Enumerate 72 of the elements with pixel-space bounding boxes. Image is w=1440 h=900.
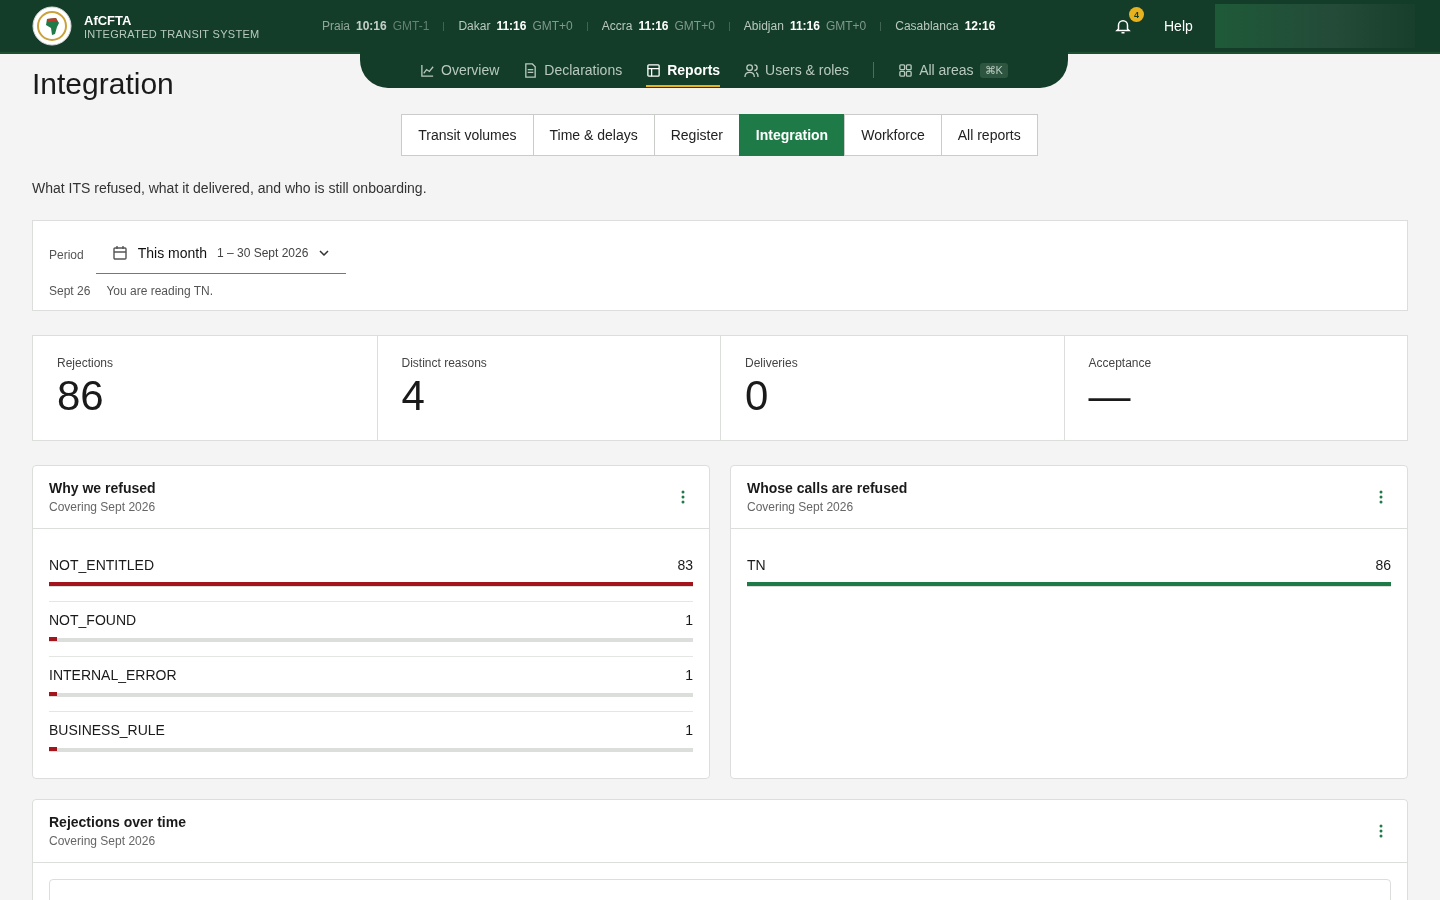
row-label: NOT_FOUND	[49, 612, 137, 628]
period-date: Sept 26	[49, 284, 91, 298]
row-label: BUSINESS_RULE	[49, 722, 165, 738]
intro-text: What ITS refused, what it delivered, and who is still onboarding.	[32, 180, 428, 196]
nav-tab[interactable]: Declarations	[523, 53, 623, 87]
clock-city: Casablanca	[895, 19, 959, 33]
period-label: Period	[49, 247, 84, 262]
report-tab[interactable]: Transit volumes	[401, 114, 534, 156]
stat-label: Acceptance	[1088, 356, 1153, 370]
stat-value: —	[1088, 371, 1132, 421]
stat-label: Deliveries	[745, 356, 799, 370]
row-label: TN	[747, 557, 766, 573]
clock-zone: GMT+0	[825, 19, 867, 33]
nav-tab[interactable]: All areas ⌘K	[898, 53, 1008, 87]
row-count: 1	[685, 667, 693, 683]
row-count: 1	[685, 612, 693, 628]
nav-tab[interactable]: Overview	[420, 53, 500, 87]
row-count: 1	[685, 722, 693, 738]
row-count: 86	[1375, 557, 1391, 573]
clock-zone: GMT-1	[392, 19, 430, 33]
period-note: You are reading TN.	[106, 284, 214, 298]
stat-value: 86	[57, 371, 105, 421]
help-link[interactable]: Help	[1164, 18, 1193, 34]
row-label: NOT_ENTITLED	[49, 557, 154, 573]
row-label: INTERNAL_ERROR	[49, 667, 177, 683]
clock-time: 11:16	[496, 19, 527, 33]
stat-value: 4	[401, 371, 426, 421]
panel-title: Rejections over time	[49, 814, 186, 830]
users-icon	[744, 62, 760, 78]
row-count: 83	[677, 557, 693, 573]
clock-city: Accra	[601, 19, 633, 33]
clock-city: Praia	[322, 19, 350, 33]
stat-value: 0	[745, 371, 770, 421]
shortcut-hint: ⌘K	[979, 62, 1008, 78]
panel-title: Why we refused	[49, 480, 156, 496]
panel-subtitle: Covering Sept 2026	[747, 500, 855, 514]
bell-icon	[1114, 17, 1132, 35]
panel-title: Whose calls are refused	[747, 480, 908, 496]
clock-city: Abidjan	[743, 19, 784, 33]
brand-subtitle: INTEGRATED TRANSIT SYSTEM	[84, 27, 260, 40]
stat-label: Rejections	[57, 356, 115, 370]
grid-icon	[898, 62, 914, 78]
report-tab[interactable]: All reports	[940, 114, 1038, 156]
nav-tab[interactable]: Users & roles	[744, 53, 850, 87]
table-icon	[646, 62, 662, 78]
clock-time: 12:16	[964, 19, 996, 33]
clock-city: Dakar	[458, 19, 491, 33]
report-tab[interactable]: Time & delays	[532, 114, 655, 156]
report-tab[interactable]: Register	[653, 114, 740, 156]
period-select[interactable]: This month 1 – 30 Sept 2026	[95, 235, 347, 274]
panel-subtitle: Covering Sept 2026	[49, 500, 156, 514]
line-chart-icon	[420, 62, 435, 78]
page-title: Integration	[32, 66, 175, 102]
clock-time: 10:16	[356, 19, 387, 33]
nav-tab[interactable]: Reports	[646, 53, 721, 87]
clock-zone: GMT+0	[532, 19, 573, 33]
chevron-down-icon	[318, 247, 331, 259]
africa-emblem-icon	[32, 6, 72, 46]
stat-label: Distinct reasons	[401, 356, 488, 370]
clock-time: 11:16	[638, 19, 669, 33]
brand-name: AfCFTA	[84, 12, 133, 28]
notification-count: 4	[1129, 7, 1144, 22]
report-tab[interactable]: Integration	[738, 114, 846, 156]
calendar-icon	[111, 245, 128, 261]
report-tab[interactable]: Workforce	[844, 114, 942, 156]
more-icon	[1379, 824, 1383, 838]
more-icon	[1379, 490, 1383, 504]
panel-subtitle: Covering Sept 2026	[49, 834, 157, 848]
clock-time: 11:16	[789, 19, 820, 33]
clock-zone: GMT+0	[674, 19, 715, 33]
document-icon	[523, 62, 539, 78]
more-icon	[681, 490, 685, 504]
